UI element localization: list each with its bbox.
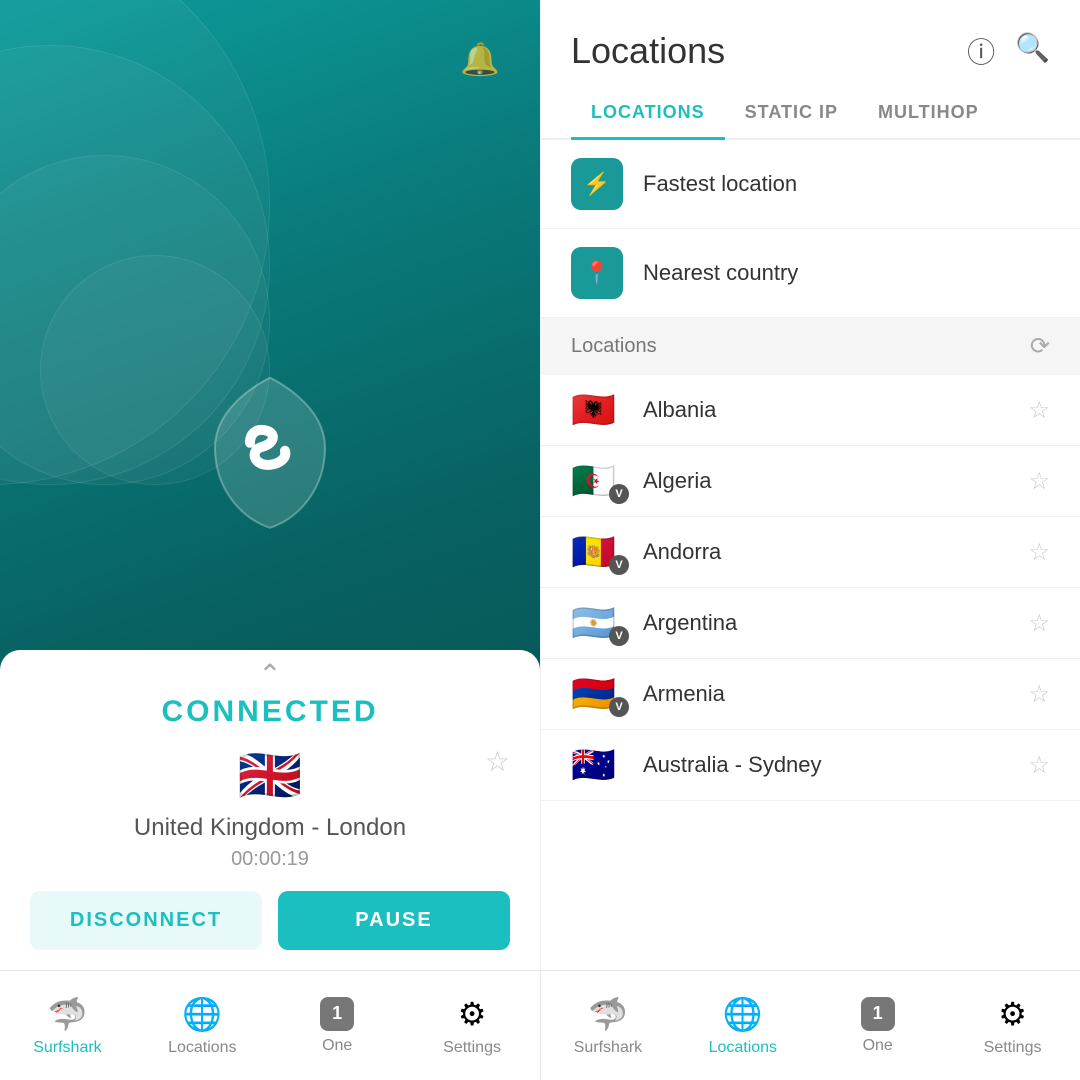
country-item-albania[interactable]: 🇦🇱 Albania ☆ xyxy=(541,375,1080,446)
right-header: Locations ⓘ 🔍 xyxy=(541,0,1080,72)
vpn-badge-argentina: V xyxy=(609,626,629,646)
vpn-badge-armenia: V xyxy=(609,697,629,717)
flag-favorite-row: 🇬🇧 ☆ xyxy=(30,745,510,814)
location-list: ⚡ Fastest location 📍 Nearest country Loc… xyxy=(541,140,1080,970)
settings-nav-label-left: Settings xyxy=(443,1039,501,1057)
settings-nav-icon-right: ⚙ xyxy=(998,995,1027,1033)
nav-item-locations-left[interactable]: 🌐 Locations xyxy=(135,971,270,1080)
connected-card: ⌃ CONNECTED 🇬🇧 ☆ United Kingdom - London… xyxy=(0,650,540,970)
search-icon[interactable]: 🔍 xyxy=(1015,31,1050,71)
locations-nav-icon-left: 🌐 xyxy=(182,995,222,1033)
surfshark-nav-label-right: Surfshark xyxy=(574,1039,642,1057)
nearest-country-label: Nearest country xyxy=(643,260,798,286)
country-name-armenia: Armenia xyxy=(643,681,1028,707)
fastest-location-item[interactable]: ⚡ Fastest location xyxy=(541,140,1080,229)
surfshark-nav-icon-left: 🦈 xyxy=(48,995,88,1033)
nav-item-settings-right[interactable]: ⚙ Settings xyxy=(945,971,1080,1080)
country-name-andorra: Andorra xyxy=(643,539,1028,565)
nav-item-surfshark-left[interactable]: 🦈 Surfshark xyxy=(0,971,135,1080)
flag-wrap-australia: 🇦🇺 xyxy=(571,746,623,784)
tab-static-ip[interactable]: STATIC IP xyxy=(725,88,858,140)
country-name-argentina: Argentina xyxy=(643,610,1028,636)
favorite-australia-icon[interactable]: ☆ xyxy=(1028,751,1050,780)
one-badge-left: 1 xyxy=(320,997,354,1031)
action-buttons: DISCONNECT PAUSE xyxy=(30,891,510,950)
section-label: Locations xyxy=(571,335,657,358)
favorite-albania-icon[interactable]: ☆ xyxy=(1028,396,1050,425)
country-item-australia[interactable]: 🇦🇺 Australia - Sydney ☆ xyxy=(541,730,1080,801)
country-item-andorra[interactable]: 🇦🇩 V Andorra ☆ xyxy=(541,517,1080,588)
connection-timer: 00:00:19 xyxy=(231,848,309,871)
country-flag-emoji: 🇬🇧 xyxy=(238,745,303,806)
tab-multihop[interactable]: MULTIHOP xyxy=(858,88,999,140)
right-panel: Locations ⓘ 🔍 LOCATIONS STATIC IP MULTIH… xyxy=(540,0,1080,970)
one-badge-right: 1 xyxy=(861,997,895,1031)
favorite-armenia-icon[interactable]: ☆ xyxy=(1028,680,1050,709)
locations-section-header: Locations ⟳ xyxy=(541,318,1080,375)
flag-wrap-albania: 🇦🇱 xyxy=(571,391,623,429)
flag-wrap-argentina: 🇦🇷 V xyxy=(571,604,623,642)
surfshark-nav-label-left: Surfshark xyxy=(33,1039,101,1057)
nav-item-one-left[interactable]: 1 One xyxy=(270,971,405,1080)
one-nav-label-left: One xyxy=(322,1037,352,1055)
country-name-australia: Australia - Sydney xyxy=(643,752,1028,778)
nav-item-settings-left[interactable]: ⚙ Settings xyxy=(405,971,540,1080)
left-panel: 🔔 ⌃ CONNECTED 🇬🇧 ☆ United Ki xyxy=(0,0,540,970)
pause-button[interactable]: PAUSE xyxy=(278,891,510,950)
left-nav-panel: 🦈 Surfshark 🌐 Locations 1 One ⚙ Settings xyxy=(0,971,540,1080)
flag-wrap-armenia: 🇦🇲 V xyxy=(571,675,623,713)
disconnect-button[interactable]: DISCONNECT xyxy=(30,891,262,950)
refresh-icon[interactable]: ⟳ xyxy=(1030,332,1050,361)
location-name: United Kingdom - London xyxy=(134,814,406,842)
one-nav-label-right: One xyxy=(863,1037,893,1055)
nav-item-surfshark-right[interactable]: 🦈 Surfshark xyxy=(541,971,676,1080)
country-item-algeria[interactable]: 🇩🇿 V Algeria ☆ xyxy=(541,446,1080,517)
header-icons: ⓘ 🔍 xyxy=(967,31,1050,71)
notification-bell-icon[interactable]: 🔔 xyxy=(460,40,500,78)
connected-status: CONNECTED xyxy=(30,695,510,729)
pin-icon: 📍 xyxy=(571,247,623,299)
favorite-argentina-icon[interactable]: ☆ xyxy=(1028,609,1050,638)
locations-nav-label-left: Locations xyxy=(168,1039,237,1057)
settings-nav-icon-left: ⚙ xyxy=(458,995,487,1033)
favorite-andorra-icon[interactable]: ☆ xyxy=(1028,538,1050,567)
settings-nav-label-right: Settings xyxy=(984,1039,1042,1057)
fastest-location-label: Fastest location xyxy=(643,171,797,197)
vpn-badge-andorra: V xyxy=(609,555,629,575)
panel-title: Locations xyxy=(571,30,725,72)
chevron-up-icon[interactable]: ⌃ xyxy=(30,650,510,695)
nav-item-locations-right[interactable]: 🌐 Locations xyxy=(675,971,810,1080)
flag-albania: 🇦🇱 xyxy=(571,389,616,430)
tab-locations[interactable]: LOCATIONS xyxy=(571,88,725,140)
tabs-bar: LOCATIONS STATIC IP MULTIHOP xyxy=(541,88,1080,140)
favorite-algeria-icon[interactable]: ☆ xyxy=(1028,467,1050,496)
surfshark-logo xyxy=(205,373,335,538)
country-item-armenia[interactable]: 🇦🇲 V Armenia ☆ xyxy=(541,659,1080,730)
favorite-star-icon[interactable]: ☆ xyxy=(485,745,510,778)
flag-australia: 🇦🇺 xyxy=(571,744,616,785)
surfshark-nav-icon-right: 🦈 xyxy=(588,995,628,1033)
connection-info: 🇬🇧 ☆ United Kingdom - London 00:00:19 xyxy=(30,745,510,871)
flag-wrap-andorra: 🇦🇩 V xyxy=(571,533,623,571)
locations-nav-icon-right: 🌐 xyxy=(723,995,763,1033)
country-name-albania: Albania xyxy=(643,397,1028,423)
info-icon[interactable]: ⓘ xyxy=(967,31,995,71)
bottom-navigation: 🦈 Surfshark 🌐 Locations 1 One ⚙ Settings… xyxy=(0,970,1080,1080)
flag-wrap-algeria: 🇩🇿 V xyxy=(571,462,623,500)
country-name-algeria: Algeria xyxy=(643,468,1028,494)
locations-nav-label-right: Locations xyxy=(709,1039,778,1057)
right-nav-panel: 🦈 Surfshark 🌐 Locations 1 One ⚙ Settings xyxy=(541,971,1080,1080)
lightning-icon: ⚡ xyxy=(571,158,623,210)
vpn-badge-algeria: V xyxy=(609,484,629,504)
nav-item-one-right[interactable]: 1 One xyxy=(810,971,945,1080)
nearest-country-item[interactable]: 📍 Nearest country xyxy=(541,229,1080,318)
country-item-argentina[interactable]: 🇦🇷 V Argentina ☆ xyxy=(541,588,1080,659)
